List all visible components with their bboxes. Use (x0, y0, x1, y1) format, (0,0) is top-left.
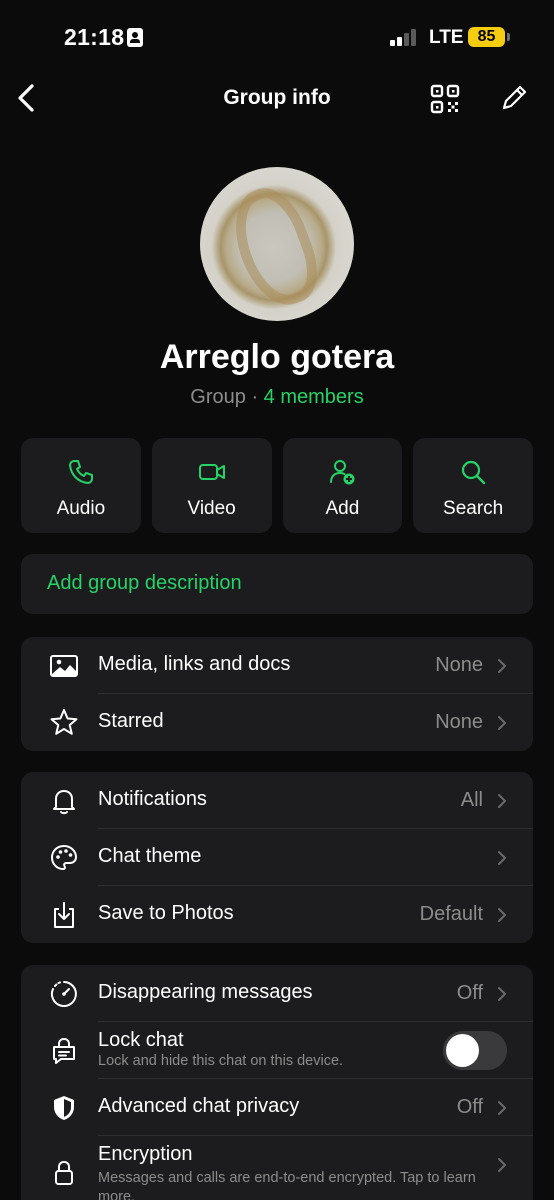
battery-icon: 85 (468, 27, 505, 47)
search-label: Search (443, 498, 504, 519)
starred-row[interactable]: Starred None (21, 694, 533, 751)
page-title: Group info (223, 86, 331, 109)
shield-icon (54, 1096, 74, 1120)
battery-tip (507, 33, 510, 41)
disappearing-value: Off (456, 982, 483, 1004)
members-link[interactable]: 4 members (264, 386, 364, 408)
lock-chat-icon (53, 1037, 75, 1064)
qr-code-button[interactable] (430, 84, 460, 114)
chat-theme-label: Chat theme (98, 845, 202, 867)
avatar-photo-detail (221, 178, 329, 316)
chevron-right-icon (498, 987, 506, 1001)
navigation-header: Group info (0, 70, 554, 126)
advanced-privacy-row[interactable]: Advanced chat privacy Off (21, 1079, 533, 1136)
qr-code-icon (430, 84, 460, 114)
chevron-right-icon (498, 794, 506, 808)
star-icon (50, 709, 78, 735)
starred-label: Starred (98, 710, 164, 732)
add-description-label: Add group description (47, 572, 242, 594)
chevron-right-icon (498, 908, 506, 922)
quick-actions: Audio Video Add Search (21, 438, 533, 533)
video-call-button[interactable]: Video (151, 438, 272, 533)
save-to-photos-value: Default (419, 903, 483, 925)
disappearing-messages-row[interactable]: Disappearing messages Off (21, 965, 533, 1022)
notifications-label: Notifications (98, 788, 207, 810)
group-subtitle: Group · 4 members (0, 386, 554, 409)
toggle-knob (446, 1034, 479, 1067)
add-member-button[interactable]: Add (282, 438, 403, 533)
video-label: Video (187, 498, 236, 519)
chevron-right-icon (498, 851, 506, 865)
media-links-docs-row[interactable]: Media, links and docs None (21, 637, 533, 694)
chevron-right-icon (498, 1101, 506, 1115)
subtitle-separator: · (251, 386, 259, 408)
save-to-photos-row[interactable]: Save to Photos Default (21, 886, 533, 943)
add-person-icon (330, 460, 355, 485)
chevron-right-icon (498, 659, 506, 673)
media-label: Media, links and docs (98, 653, 291, 675)
encryption-description: Messages and calls are end-to-end encryp… (98, 1170, 476, 1200)
save-to-photos-label: Save to Photos (98, 902, 234, 924)
group-name: Arreglo gotera (159, 338, 395, 376)
add-description-button[interactable]: Add group description (21, 554, 533, 614)
chevron-right-icon (498, 1158, 506, 1172)
contact-card-icon (127, 28, 143, 47)
status-bar: 21:18 LTE 85 (0, 0, 554, 70)
edit-button[interactable] (500, 84, 528, 112)
add-label: Add (325, 498, 360, 519)
media-section: Media, links and docs None Starred None (21, 637, 533, 751)
palette-icon (51, 845, 77, 870)
lock-icon (55, 1160, 73, 1185)
video-camera-icon (198, 464, 225, 480)
lock-chat-description: Lock and hide this chat on this device. (98, 1053, 344, 1069)
lock-chat-toggle[interactable] (443, 1031, 507, 1070)
encryption-row[interactable]: Encryption Messages and calls are end-to… (21, 1136, 533, 1200)
advanced-privacy-label: Advanced chat privacy (98, 1095, 300, 1117)
network-type: LTE (429, 27, 464, 48)
search-icon (462, 460, 486, 485)
search-button[interactable]: Search (413, 438, 533, 533)
photo-icon (50, 655, 78, 677)
media-value: None (435, 654, 483, 676)
group-avatar[interactable] (200, 167, 354, 321)
lock-chat-label: Lock chat (98, 1029, 184, 1051)
disappearing-label: Disappearing messages (98, 981, 313, 1003)
group-type: Group (190, 386, 246, 408)
chat-theme-row[interactable]: Chat theme (21, 829, 533, 886)
privacy-section: Disappearing messages Off Lock chat Lock… (21, 965, 533, 1200)
pencil-icon (502, 85, 527, 110)
encryption-label: Encryption (98, 1143, 193, 1165)
bell-icon (53, 790, 75, 815)
notifications-row[interactable]: Notifications All (21, 772, 533, 829)
chat-settings-section: Notifications All Chat theme Save to Pho… (21, 772, 533, 943)
audio-call-button[interactable]: Audio (21, 438, 141, 533)
timer-icon (50, 981, 77, 1007)
phone-icon (68, 460, 93, 484)
audio-label: Audio (56, 498, 106, 519)
cellular-signal-icon (390, 28, 420, 46)
lock-chat-row: Lock chat Lock and hide this chat on thi… (21, 1022, 533, 1079)
notifications-value: All (460, 789, 483, 811)
chevron-right-icon (498, 716, 506, 730)
status-time: 21:18 (64, 24, 125, 50)
advanced-privacy-value: Off (456, 1096, 483, 1118)
download-icon (54, 902, 74, 928)
starred-value: None (435, 711, 483, 733)
